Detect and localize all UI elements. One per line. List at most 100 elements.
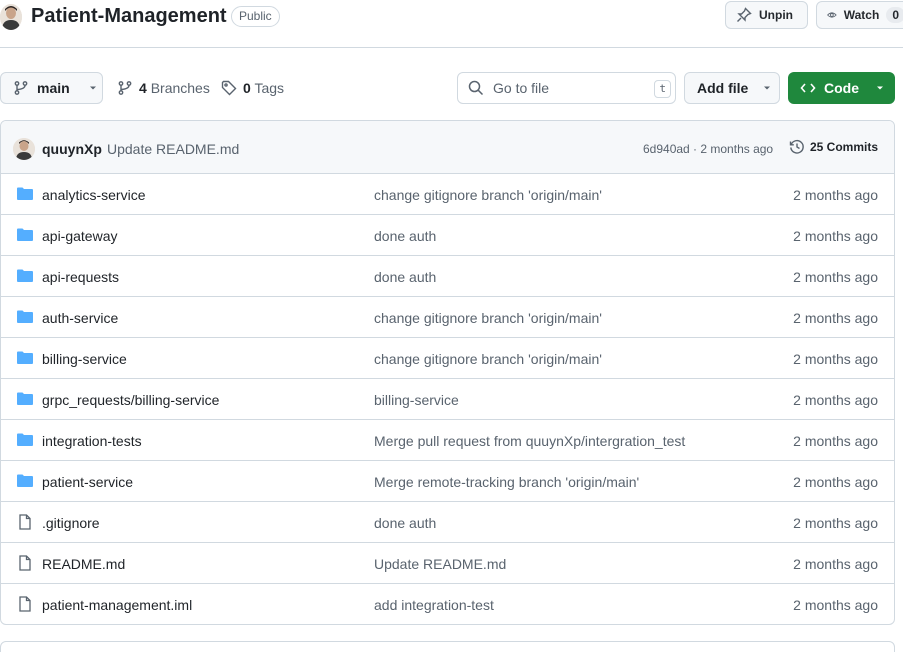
file-commit-date: 2 months ago [793,515,878,531]
search-shortcut-hint: t [654,80,671,98]
owner-avatar[interactable] [0,4,22,30]
file-commit-message[interactable]: done auth [374,228,436,244]
caret-down-icon [764,86,771,90]
file-name[interactable]: api-requests [42,269,119,285]
folder-icon [17,432,33,448]
commit-author[interactable]: quuynXp [42,141,102,157]
branches-link[interactable]: 4 Branches [117,72,210,104]
file-row[interactable]: README.md Update README.md 2 months ago [1,543,894,584]
file-commit-date: 2 months ago [793,474,878,490]
watch-label: Watch [843,8,880,22]
file-commit-message[interactable]: done auth [374,269,436,285]
file-commit-date: 2 months ago [793,433,878,449]
go-to-file-search[interactable]: t [457,72,676,104]
add-file-label: Add file [697,80,749,96]
file-commit-date: 2 months ago [793,597,878,613]
file-icon [17,514,33,530]
folder-icon [17,227,33,243]
caret-down-icon [877,86,883,90]
watch-count: 0 [886,7,903,23]
folder-icon [17,268,33,284]
commits-label: 25 Commits [810,140,879,154]
file-commit-message[interactable]: Merge remote-tracking branch 'origin/mai… [374,474,639,490]
file-name[interactable]: billing-service [42,351,127,367]
file-commit-date: 2 months ago [793,392,878,408]
history-icon [789,139,804,154]
commit-author-avatar[interactable] [13,138,35,160]
file-name[interactable]: api-gateway [42,228,118,244]
commit-message[interactable]: Update README.md [107,141,239,157]
readme-panel [0,641,895,652]
file-icon [17,555,33,571]
repo-title[interactable]: Patient-Management [31,5,227,28]
code-label: Code [824,80,859,96]
branch-selector[interactable]: main [0,72,103,104]
unpin-label: Unpin [759,8,793,22]
code-icon [800,83,816,93]
unpin-button[interactable]: Unpin [725,1,808,29]
file-commit-date: 2 months ago [793,187,878,203]
file-name[interactable]: patient-service [42,474,133,490]
file-commit-message[interactable]: billing-service [374,392,459,408]
tags-link[interactable]: 0 Tags [221,72,284,104]
file-row[interactable]: api-requests done auth 2 months ago [1,256,894,297]
add-file-button[interactable]: Add file [684,72,780,104]
file-row[interactable]: integration-tests Merge pull request fro… [1,420,894,461]
file-name[interactable]: README.md [42,556,125,572]
branches-label: Branches [150,80,210,96]
caret-down-icon [89,86,96,90]
file-row[interactable]: .gitignore done auth 2 months ago [1,502,894,543]
folder-icon [17,350,33,366]
watch-button[interactable]: Watch 0 [816,1,903,29]
file-commit-date: 2 months ago [793,310,878,326]
file-commit-date: 2 months ago [793,556,878,572]
tag-icon [221,80,237,96]
file-name[interactable]: patient-management.iml [42,597,192,613]
file-commit-date: 2 months ago [793,269,878,285]
repo-toolbar: main 4 Branches 0 Tags t Add file Code [0,72,903,104]
file-name[interactable]: analytics-service [42,187,145,203]
file-commit-date: 2 months ago [793,228,878,244]
file-commit-date: 2 months ago [793,351,878,367]
folder-icon [17,186,33,202]
code-button[interactable]: Code [788,72,895,104]
file-table: quuynXp Update README.md 6d940ad · 2 mon… [0,120,895,625]
file-commit-message[interactable]: Update README.md [374,556,506,572]
file-row[interactable]: patient-service Merge remote-tracking br… [1,461,894,502]
folder-icon [17,473,33,489]
file-list: analytics-service change gitignore branc… [1,174,894,624]
file-row[interactable]: grpc_requests/billing-service billing-se… [1,379,894,420]
pin-icon [737,7,752,22]
folder-icon [17,309,33,325]
file-name[interactable]: auth-service [42,310,118,326]
commits-link[interactable]: 25 Commits [789,139,878,155]
file-commit-message[interactable]: change gitignore branch 'origin/main' [374,187,602,203]
branch-name: main [37,80,70,96]
file-icon [17,596,33,612]
file-row[interactable]: billing-service change gitignore branch … [1,338,894,379]
file-name[interactable]: grpc_requests/billing-service [42,392,219,408]
file-row[interactable]: api-gateway done auth 2 months ago [1,215,894,256]
branches-count: 4 [139,80,147,96]
file-commit-message[interactable]: add integration-test [374,597,494,613]
file-name[interactable]: .gitignore [42,515,100,531]
git-branch-icon [118,81,132,95]
eye-icon [827,12,837,18]
file-row[interactable]: analytics-service change gitignore branc… [1,174,894,215]
repo-header: Patient-Management Public Unpin Watch 0 [0,0,903,48]
go-to-file-input[interactable] [493,80,653,96]
file-name[interactable]: integration-tests [42,433,142,449]
folder-icon [17,391,33,407]
file-row[interactable]: auth-service change gitignore branch 'or… [1,297,894,338]
tags-label: Tags [254,80,285,96]
visibility-badge: Public [231,6,280,27]
git-branch-icon [14,81,28,95]
file-commit-message[interactable]: Merge pull request from quuynXp/intergra… [374,433,685,449]
latest-commit-bar: quuynXp Update README.md 6d940ad · 2 mon… [1,121,894,174]
file-commit-message[interactable]: change gitignore branch 'origin/main' [374,351,602,367]
commit-hash-time[interactable]: 6d940ad · 2 months ago [643,142,773,156]
tags-count: 0 [243,80,251,96]
file-row[interactable]: patient-management.iml add integration-t… [1,584,894,624]
file-commit-message[interactable]: done auth [374,515,436,531]
file-commit-message[interactable]: change gitignore branch 'origin/main' [374,310,602,326]
